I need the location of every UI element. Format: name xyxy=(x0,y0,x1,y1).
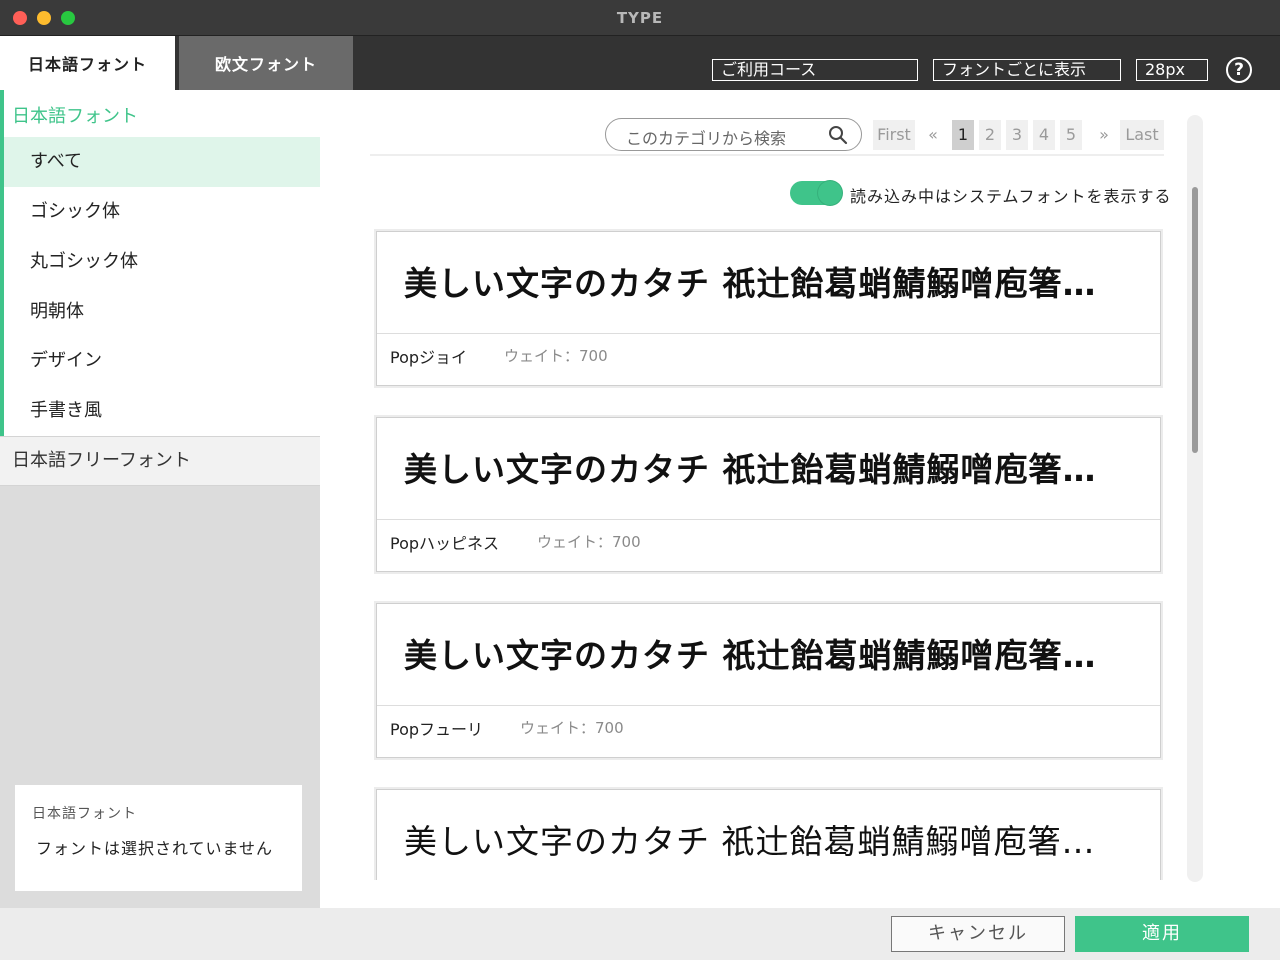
toggle-knob xyxy=(818,181,842,205)
search-input[interactable]: このカテゴリから検索 xyxy=(605,118,862,151)
font-preview: 美しい文字のカタチ 祇辻飴葛蛸鯖鰯噌庖箸… xyxy=(377,418,1160,520)
window-title: TYPE xyxy=(616,9,664,27)
pagination-page[interactable]: 1 xyxy=(952,120,974,150)
plan-course-button[interactable]: ご利用コース xyxy=(712,59,918,81)
pagination-last[interactable]: Last xyxy=(1120,120,1164,150)
pagination-page[interactable]: 3 xyxy=(1006,120,1028,150)
font-size-field[interactable]: 28px xyxy=(1136,59,1208,81)
font-card[interactable]: 美しい文字のカタチ 祇辻飴葛蛸鯖鰯噌庖箸… Popフューリ ウェイト：700 xyxy=(376,603,1161,758)
font-card[interactable]: 美しい文字のカタチ 祇辻飴葛蛸鯖鰯噌庖箸… Popハッピネス ウェイト：700 xyxy=(376,417,1161,572)
system-font-toggle-label: 読み込み中はシステムフォントを表示する xyxy=(850,187,1172,206)
pagination-page[interactable]: 5 xyxy=(1060,120,1082,150)
sidebar-item-rounded-gothic[interactable]: 丸ゴシック体 xyxy=(4,237,320,287)
font-preview: 美しい文字のカタチ 祇辻飴葛蛸鯖鰯噌庖箸… xyxy=(377,604,1160,706)
category-group: 日本語フォント すべて ゴシック体 丸ゴシック体 明朝体 デザイン 手書き風 xyxy=(0,90,320,436)
font-preview: 美しい文字のカタチ 祇辻飴葛蛸鯖鰯噌庖箸… xyxy=(377,790,1160,880)
sidebar-item-free-fonts[interactable]: 日本語フリーフォント xyxy=(0,436,320,486)
divider xyxy=(370,154,1164,156)
scrollbar[interactable] xyxy=(1187,115,1203,882)
sidebar-item-all[interactable]: すべて xyxy=(4,137,320,187)
selected-font-panel: 日本語フォント フォントは選択されていません xyxy=(15,785,302,891)
title-bar: TYPE xyxy=(0,0,1280,36)
top-bar: 日本語フォント 欧文フォント ご利用コース フォントごとに表示 28px ? xyxy=(0,36,1280,90)
font-name: Popフューリ xyxy=(390,720,484,739)
font-weight: ウェイト：700 xyxy=(520,719,624,737)
sidebar: 日本語フォント すべて ゴシック体 丸ゴシック体 明朝体 デザイン 手書き風 日… xyxy=(0,90,320,908)
sidebar-heading[interactable]: 日本語フォント xyxy=(12,102,138,128)
pagination-page[interactable]: 2 xyxy=(979,120,1001,150)
pagination-prev[interactable]: « xyxy=(922,120,944,150)
help-icon[interactable]: ? xyxy=(1226,57,1252,83)
pagination-first[interactable]: First xyxy=(873,120,915,150)
sidebar-item-handwritten[interactable]: 手書き風 xyxy=(4,386,320,436)
font-name: Popジョイ xyxy=(390,348,468,367)
font-list[interactable]: 美しい文字のカタチ 祇辻飴葛蛸鯖鰯噌庖箸… Popジョイ ウェイト：700 美し… xyxy=(320,90,1280,880)
tab-western-fonts[interactable]: 欧文フォント xyxy=(179,36,353,90)
footer: キャンセル 適用 xyxy=(0,908,1280,960)
font-name: Popハッピネス xyxy=(390,534,500,553)
display-per-font-button[interactable]: フォントごとに表示 xyxy=(933,59,1121,81)
sidebar-item-design[interactable]: デザイン xyxy=(4,336,320,386)
font-weight: ウェイト：700 xyxy=(504,347,608,365)
pagination-next[interactable]: » xyxy=(1093,120,1115,150)
cancel-button[interactable]: キャンセル xyxy=(891,916,1065,952)
search-icon[interactable] xyxy=(828,125,848,145)
font-list-panel: 美しい文字のカタチ 祇辻飴葛蛸鯖鰯噌庖箸… Popジョイ ウェイト：700 美し… xyxy=(320,90,1280,908)
font-weight: ウェイト：700 xyxy=(537,533,641,551)
system-font-toggle[interactable] xyxy=(790,181,842,205)
font-card[interactable]: 美しい文字のカタチ 祇辻飴葛蛸鯖鰯噌庖箸… Popジョイ ウェイト：700 xyxy=(376,231,1161,386)
apply-button[interactable]: 適用 xyxy=(1075,916,1249,952)
selected-font-title: 日本語フォント xyxy=(32,806,137,822)
font-card[interactable]: 美しい文字のカタチ 祇辻飴葛蛸鯖鰯噌庖箸… xyxy=(376,789,1161,880)
search-placeholder: このカテゴリから検索 xyxy=(626,129,787,148)
sidebar-item-gothic[interactable]: ゴシック体 xyxy=(4,187,320,237)
font-preview: 美しい文字のカタチ 祇辻飴葛蛸鯖鰯噌庖箸… xyxy=(377,232,1160,334)
tab-japanese-fonts[interactable]: 日本語フォント xyxy=(0,36,175,90)
selected-font-message: フォントは選択されていません xyxy=(36,839,274,858)
pagination-page[interactable]: 4 xyxy=(1033,120,1055,150)
sidebar-item-mincho[interactable]: 明朝体 xyxy=(4,287,320,337)
scrollbar-thumb[interactable] xyxy=(1192,187,1198,453)
